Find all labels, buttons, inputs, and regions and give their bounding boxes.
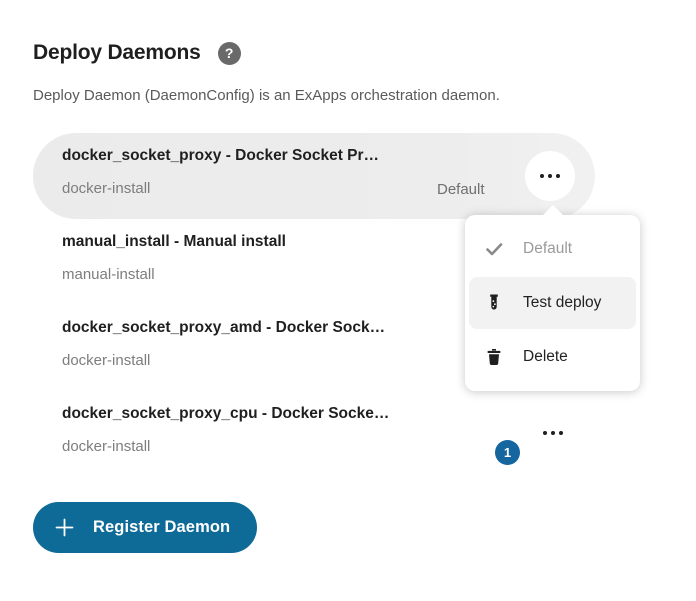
more-icon (540, 174, 545, 179)
menu-item-test-deploy[interactable]: Test deploy (469, 277, 636, 329)
page-title: Deploy Daemons (33, 41, 201, 65)
deploy-daemons-page: Deploy Daemons ? Deploy Daemon (DaemonCo… (0, 0, 696, 601)
default-tag: Default (437, 179, 509, 201)
daemon-subtitle: docker-install (62, 178, 595, 200)
daemon-title: docker_socket_proxy_amd - Docker Sock… (62, 317, 482, 339)
menu-item-default[interactable]: Default (469, 223, 636, 275)
menu-item-label: Test deploy (523, 294, 601, 312)
daemon-actions-button[interactable] (525, 151, 575, 201)
daemon-row-docker-socket-proxy[interactable]: docker_socket_proxy - Docker Socket Pr… … (33, 133, 595, 219)
page-subtitle: Deploy Daemon (DaemonConfig) is an ExApp… (33, 87, 500, 104)
register-daemon-button[interactable]: Register Daemon (33, 502, 257, 553)
check-icon (483, 239, 505, 259)
menu-item-delete[interactable]: Delete (469, 331, 636, 383)
menu-arrow (542, 205, 564, 216)
menu-item-label: Delete (523, 348, 568, 366)
menu-item-label: Default (523, 240, 572, 258)
daemon-title: manual_install - Manual install (62, 231, 482, 253)
page-header: Deploy Daemons ? (33, 41, 241, 65)
help-icon[interactable]: ? (218, 42, 241, 65)
daemon-title: docker_socket_proxy - Docker Socket Pr… (62, 145, 482, 167)
test-tube-icon (483, 293, 505, 313)
plus-icon (55, 518, 74, 537)
daemon-actions-menu: Default Test deploy Delet (465, 215, 640, 391)
more-icon (543, 431, 548, 436)
trash-icon (483, 347, 505, 367)
register-daemon-label: Register Daemon (93, 518, 230, 537)
exapps-count-badge: 1 (495, 440, 520, 465)
daemon-title: docker_socket_proxy_cpu - Docker Socke… (62, 403, 482, 425)
daemon-row-docker-socket-proxy-cpu[interactable]: docker_socket_proxy_cpu - Docker Socke… … (33, 391, 595, 477)
daemon-actions-button[interactable] (533, 413, 573, 453)
